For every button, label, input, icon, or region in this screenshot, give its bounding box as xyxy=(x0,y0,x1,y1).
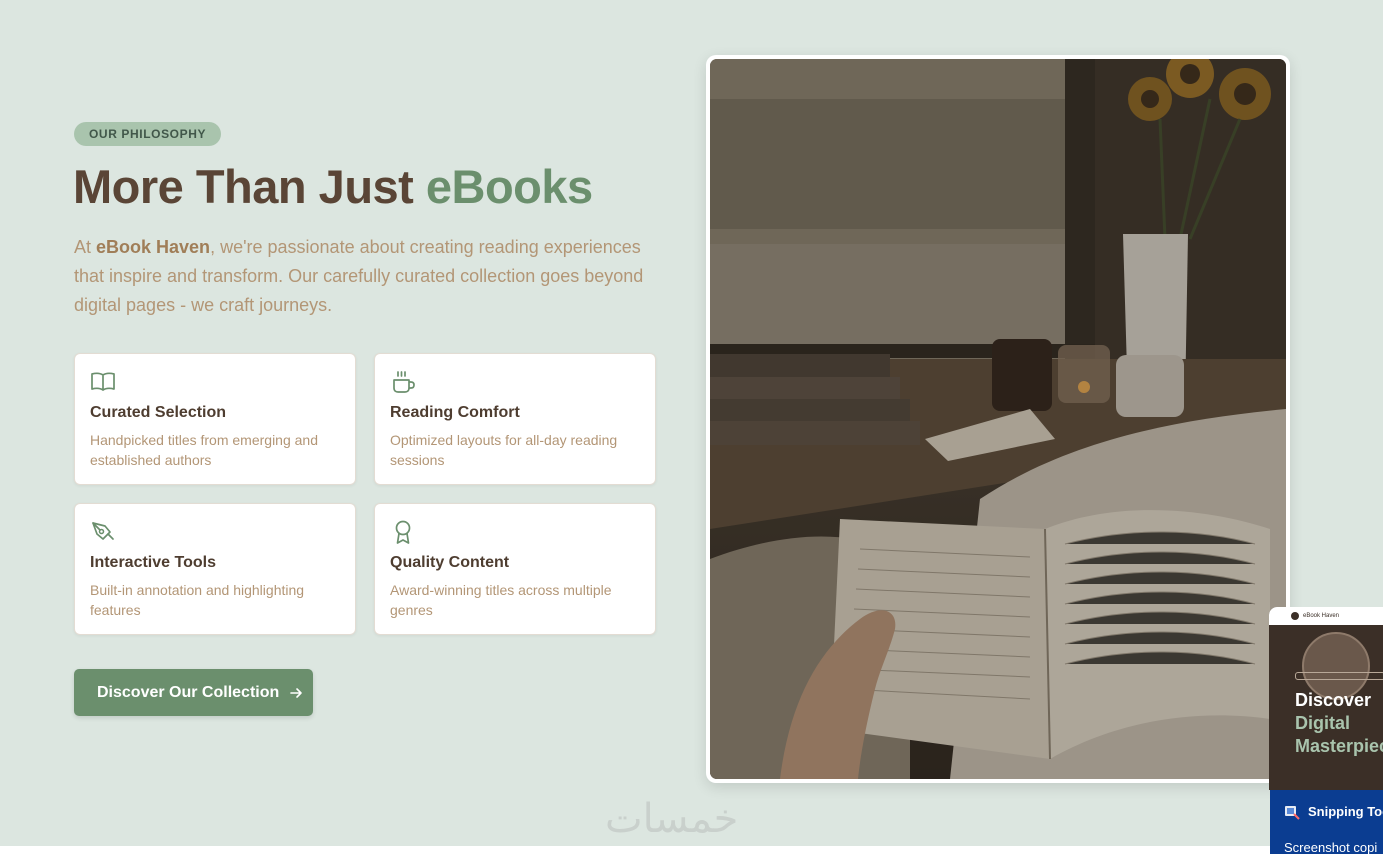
feature-description: Award-winning titles across multiple gen… xyxy=(390,582,612,618)
feature-card-reading-comfort: Reading Comfort Optimized layouts for al… xyxy=(374,353,656,485)
snipping-tool-notification[interactable]: Snipping Tool Screenshot copi xyxy=(1270,790,1383,854)
title-accent: eBooks xyxy=(425,160,593,213)
screenshot-preview-thumbnail[interactable]: eBook Haven Discover Digital Masterpiec xyxy=(1269,607,1383,790)
thumbnail-pill xyxy=(1295,672,1383,680)
feature-card-quality-content: Quality Content Award-winning titles acr… xyxy=(374,503,656,635)
open-book-icon xyxy=(91,372,115,391)
brand-logo-icon xyxy=(1291,612,1299,620)
section-badge: OUR PHILOSOPHY xyxy=(74,122,222,146)
thumbnail-header: eBook Haven xyxy=(1269,607,1383,625)
cta-label: Discover Our Collection xyxy=(97,683,280,701)
feature-title: Interactive Tools xyxy=(90,554,216,571)
thumbnail-brand: eBook Haven xyxy=(1303,613,1340,619)
thumbnail-heading-line3: Masterpiec xyxy=(1295,736,1383,756)
watermark-text: خمسات xyxy=(605,796,739,842)
bottom-divider xyxy=(0,846,1383,854)
coffee-cup-icon xyxy=(393,371,415,393)
pen-tool-icon xyxy=(92,522,114,540)
section-title: More Than Just eBooks xyxy=(73,158,593,216)
feature-title: Reading Comfort xyxy=(390,404,520,421)
feature-description: Handpicked titles from emerging and esta… xyxy=(90,432,319,468)
intro-brand: eBook Haven xyxy=(96,237,211,257)
photo-illustration xyxy=(710,59,1286,779)
notification-message: Screenshot copi xyxy=(1284,840,1378,854)
feature-title: Quality Content xyxy=(390,554,510,571)
intro-before: At xyxy=(74,237,97,257)
thumbnail-heading-line1: Discover xyxy=(1295,690,1372,710)
thumbnail-heading-line2: Digital xyxy=(1295,713,1351,733)
hero-photo-frame xyxy=(706,55,1290,783)
discover-collection-button[interactable]: Discover Our Collection xyxy=(74,669,313,716)
feature-description: Optimized layouts for all-day reading se… xyxy=(390,432,618,468)
feature-card-interactive-tools: Interactive Tools Built-in annotation an… xyxy=(74,503,356,635)
award-icon xyxy=(395,520,411,544)
feature-title: Curated Selection xyxy=(90,404,227,421)
title-prefix: More Than Just xyxy=(73,160,426,213)
reading-by-window-photo xyxy=(710,59,1286,779)
feature-card-curated-selection: Curated Selection Handpicked titles from… xyxy=(74,353,356,485)
snipping-tool-icon xyxy=(1285,806,1300,820)
intro-paragraph: At eBook Haven, we're passionate about c… xyxy=(74,233,664,320)
feature-description: Built-in annotation and highlighting fea… xyxy=(90,582,305,618)
notification-title: Snipping Tool xyxy=(1308,804,1383,819)
arrow-right-icon xyxy=(290,687,303,698)
